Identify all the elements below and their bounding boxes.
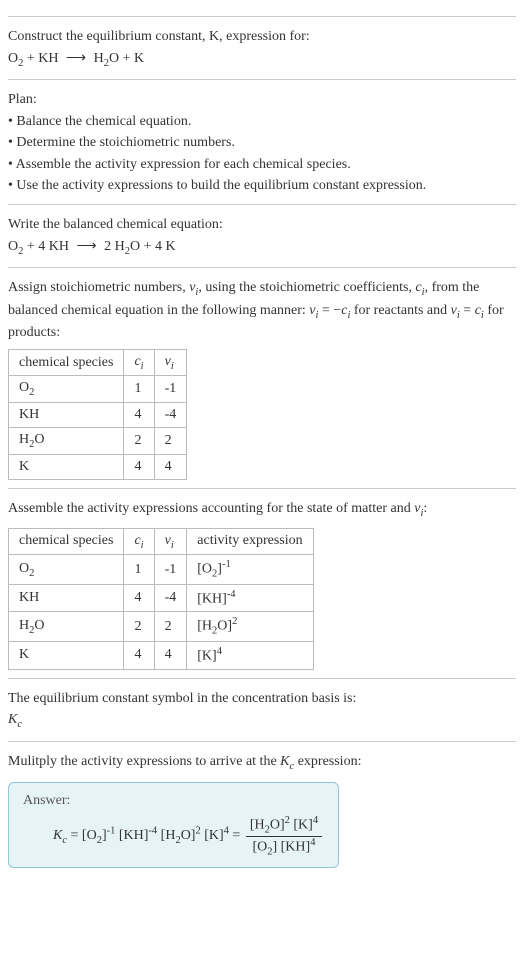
- table-row: KH 4 -4: [9, 403, 187, 428]
- plan-heading: Plan:: [8, 90, 516, 110]
- cell-species: H2O: [9, 612, 124, 641]
- symbol-heading: The equilibrium constant symbol in the c…: [8, 689, 516, 709]
- symbol-value: Kc: [8, 710, 516, 732]
- table-header-row: chemical species ci νi: [9, 349, 187, 376]
- cell-species: O2: [9, 376, 124, 403]
- cell-vi: 4: [154, 641, 187, 669]
- col-vi: νi: [154, 528, 187, 555]
- cell-vi: -4: [154, 403, 187, 428]
- answer-label: Answer:: [23, 793, 324, 809]
- prompt-section: Construct the equilibrium constant, K, e…: [8, 16, 516, 71]
- cell-ci: 4: [124, 455, 154, 480]
- col-ci: ci: [124, 528, 154, 555]
- cell-ci: 4: [124, 641, 154, 669]
- balanced-heading: Write the balanced chemical equation:: [8, 215, 516, 235]
- cell-ci: 4: [124, 403, 154, 428]
- plan-bullet-text: Assemble the activity expression for eac…: [16, 157, 351, 172]
- cell-vi: 4: [154, 455, 187, 480]
- cell-vi: 2: [154, 428, 187, 455]
- plan-bullet: • Assemble the activity expression for e…: [8, 155, 516, 175]
- cell-vi: 2: [154, 612, 187, 641]
- table-header-row: chemical species ci νi activity expressi…: [9, 528, 314, 555]
- activity-table: chemical species ci νi activity expressi…: [8, 528, 314, 670]
- cell-expr: [H2O]2: [187, 612, 313, 641]
- stoich-section: Assign stoichiometric numbers, νi, using…: [8, 267, 516, 480]
- cell-ci: 2: [124, 612, 154, 641]
- col-ci: ci: [124, 349, 154, 376]
- activity-section: Assemble the activity expressions accoun…: [8, 488, 516, 670]
- cell-ci: 1: [124, 376, 154, 403]
- col-activity: activity expression: [187, 528, 313, 555]
- cell-species: KH: [9, 403, 124, 428]
- table-row: K 4 4 [K]4: [9, 641, 314, 669]
- cell-species: KH: [9, 584, 124, 612]
- plan-bullet-text: Determine the stoichiometric numbers.: [16, 135, 235, 150]
- table-row: K 4 4: [9, 455, 187, 480]
- table-row: KH 4 -4 [KH]-4: [9, 584, 314, 612]
- prompt-heading: Construct the equilibrium constant, K, e…: [8, 27, 516, 47]
- activity-heading: Assemble the activity expressions accoun…: [8, 499, 516, 521]
- multiply-section: Mulitply the activity expressions to arr…: [8, 741, 516, 868]
- prompt-equation: O2 + KH ⟶ H2O + K: [8, 49, 516, 71]
- cell-expr: [KH]-4: [187, 584, 313, 612]
- cell-ci: 1: [124, 555, 154, 584]
- plan-bullet: • Balance the chemical equation.: [8, 112, 516, 132]
- table-row: H2O 2 2: [9, 428, 187, 455]
- cell-species: H2O: [9, 428, 124, 455]
- cell-species: O2: [9, 555, 124, 584]
- plan-section: Plan: • Balance the chemical equation. •…: [8, 79, 516, 196]
- answer-formula: Kc = [O2]-1 [KH]-4 [H2O]2 [K]4 = [H2O]2 …: [23, 815, 324, 857]
- cell-expr: [O2]-1: [187, 555, 313, 584]
- table-row: H2O 2 2 [H2O]2: [9, 612, 314, 641]
- col-species: chemical species: [9, 349, 124, 376]
- col-species: chemical species: [9, 528, 124, 555]
- cell-vi: -1: [154, 376, 187, 403]
- stoich-heading: Assign stoichiometric numbers, νi, using…: [8, 278, 516, 343]
- balanced-section: Write the balanced chemical equation: O2…: [8, 204, 516, 259]
- stoich-table: chemical species ci νi O2 1 -1 KH 4 -4 H…: [8, 349, 187, 480]
- cell-ci: 2: [124, 428, 154, 455]
- col-vi: νi: [154, 349, 187, 376]
- table-row: O2 1 -1: [9, 376, 187, 403]
- cell-ci: 4: [124, 584, 154, 612]
- plan-bullet-text: Balance the chemical equation.: [16, 114, 191, 129]
- table-row: O2 1 -1 [O2]-1: [9, 555, 314, 584]
- cell-vi: -1: [154, 555, 187, 584]
- plan-bullet: • Use the activity expressions to build …: [8, 176, 516, 196]
- balanced-equation: O2 + 4 KH ⟶ 2 H2O + 4 K: [8, 237, 516, 259]
- multiply-heading: Mulitply the activity expressions to arr…: [8, 752, 516, 774]
- cell-expr: [K]4: [187, 641, 313, 669]
- plan-bullet: • Determine the stoichiometric numbers.: [8, 133, 516, 153]
- cell-vi: -4: [154, 584, 187, 612]
- symbol-section: The equilibrium constant symbol in the c…: [8, 678, 516, 733]
- plan-bullet-text: Use the activity expressions to build th…: [16, 178, 426, 193]
- answer-box: Answer: Kc = [O2]-1 [KH]-4 [H2O]2 [K]4 =…: [8, 782, 339, 868]
- cell-species: K: [9, 455, 124, 480]
- cell-species: K: [9, 641, 124, 669]
